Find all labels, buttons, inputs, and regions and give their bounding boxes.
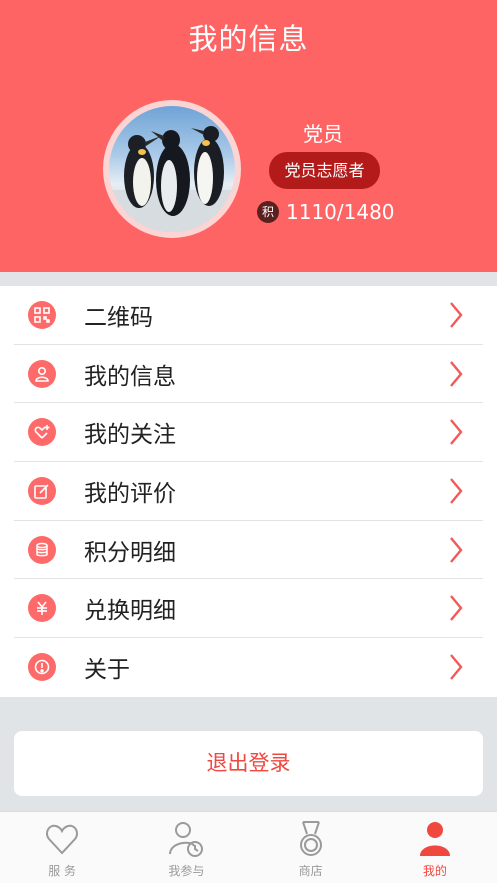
tab-store[interactable]: 商店 xyxy=(249,812,373,883)
menu-item-label: 二维码 xyxy=(84,304,153,331)
user-clock-icon xyxy=(169,822,204,857)
chevron-right-icon xyxy=(450,419,463,445)
points-icon: 积 xyxy=(257,201,279,223)
yen-exchange-icon xyxy=(28,594,56,623)
edit-icon xyxy=(28,476,56,505)
tab-bar: 服 务 我参与 商店 我的 xyxy=(0,811,497,883)
avatar[interactable] xyxy=(103,100,241,238)
menu-item-my-info[interactable]: 我的信息 xyxy=(14,345,483,404)
member-role: 党员 xyxy=(303,122,343,146)
chevron-right-icon xyxy=(450,654,463,681)
penguins-photo xyxy=(109,106,235,232)
tab-services[interactable]: 服 务 xyxy=(0,812,124,883)
menu-item-label: 我的关注 xyxy=(84,422,176,449)
chevron-right-icon xyxy=(450,536,463,563)
menu-list: 二维码 我的信息 我的关注 我的评价 积分明细 兑换明细 关于 xyxy=(0,286,497,697)
chevron-right-icon xyxy=(450,360,463,387)
heart-icon xyxy=(46,824,79,855)
menu-item-label: 兑换明细 xyxy=(84,598,176,625)
person-icon xyxy=(419,822,450,856)
tab-my-participation[interactable]: 我参与 xyxy=(124,812,248,883)
menu-item-exchange-detail[interactable]: 兑换明细 xyxy=(14,579,483,639)
tab-mine[interactable]: 我的 xyxy=(373,812,497,883)
chevron-right-icon xyxy=(450,478,463,504)
menu-item-my-follows[interactable]: 我的关注 xyxy=(14,403,483,463)
heart-plus-icon xyxy=(28,418,56,447)
page-title: 我的信息 xyxy=(188,22,309,56)
info-icon xyxy=(28,653,56,682)
chevron-right-icon xyxy=(450,595,463,622)
menu-item-qr-code[interactable]: 二维码 xyxy=(14,286,483,345)
logout-button[interactable]: 退出登录 xyxy=(14,731,483,796)
menu-item-label: 我的信息 xyxy=(84,363,176,390)
volunteer-badge: 党员志愿者 xyxy=(269,152,380,189)
menu-item-about[interactable]: 关于 xyxy=(14,638,483,697)
tab-label: 商店 xyxy=(298,864,323,878)
user-icon xyxy=(28,359,56,388)
menu-item-points-detail[interactable]: 积分明细 xyxy=(14,521,483,580)
medal-icon xyxy=(299,821,322,856)
tab-label: 我参与 xyxy=(168,864,205,878)
chevron-right-icon xyxy=(450,302,463,328)
menu-item-my-reviews[interactable]: 我的评价 xyxy=(14,462,483,521)
menu-item-label: 关于 xyxy=(84,657,130,684)
tab-label: 服 务 xyxy=(48,864,77,878)
menu-item-label: 积分明细 xyxy=(84,539,176,566)
points-value: 1110/1480 xyxy=(286,200,395,224)
tab-label: 我的 xyxy=(422,864,447,878)
coin-stack-icon xyxy=(28,535,56,564)
qr-code-icon xyxy=(28,300,56,329)
profile-header: 我的信息 党员 党员志愿者 积 1110/1480 xyxy=(0,0,497,272)
menu-item-label: 我的评价 xyxy=(84,480,176,507)
